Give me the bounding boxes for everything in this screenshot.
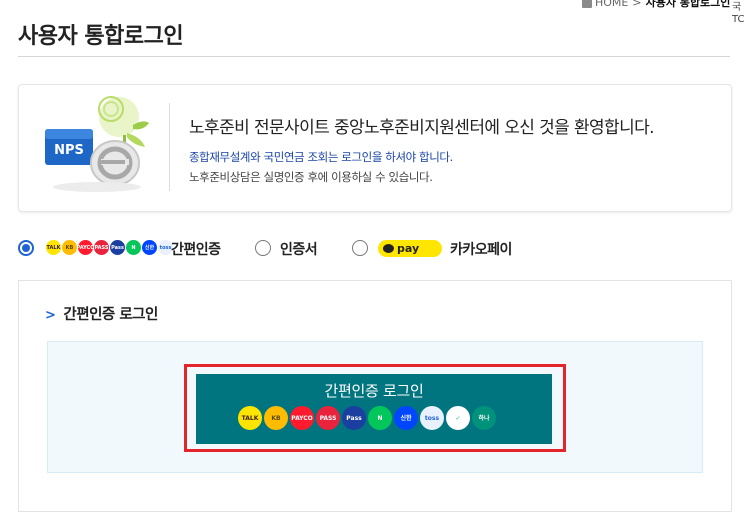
kakaopay-pay-text: pay xyxy=(397,242,420,255)
home-icon[interactable] xyxy=(582,0,592,8)
title-divider xyxy=(18,56,730,57)
side-fragment: 국 TC xyxy=(732,2,744,26)
samsung-pass-icon: Pass xyxy=(342,406,366,430)
certificate-label[interactable]: 인증서 xyxy=(280,239,318,259)
welcome-box: NPS 노후준비 전문사이트 중앙노후준비지원센터에 오신 것을 환영합니다. … xyxy=(18,84,732,212)
nps-logo-icon: NPS xyxy=(45,96,149,192)
side-fragment-line2: TC xyxy=(732,14,744,25)
hana-icon: 하나 xyxy=(472,406,496,430)
welcome-heading: 노후준비 전문사이트 중앙노후준비지원센터에 오신 것을 환영합니다. xyxy=(189,118,655,138)
breadcrumb-current: 사용자 통합로그인 xyxy=(645,0,731,9)
easy-auth-provider-icons: TALK KB PAYCO PASS Pass N 신한 toss xyxy=(46,240,173,256)
chevron-right-icon: > xyxy=(45,308,56,323)
easy-login-button-label: 간편인증 로그인 xyxy=(324,382,424,400)
kakaopay-logo-icon[interactable]: pay xyxy=(378,240,442,257)
pass-icon: PASS xyxy=(94,240,109,255)
easy-auth-label[interactable]: 간편인증 xyxy=(171,239,221,259)
welcome-subtext-verification: 노후준비상담은 실명인증 후에 이용하실 수 있습니다. xyxy=(189,170,433,184)
side-fragment-line1: 국 xyxy=(732,2,742,13)
pass-icon: PASS xyxy=(316,406,340,430)
breadcrumb-separator: > xyxy=(632,0,642,9)
easy-login-panel: > 간편인증 로그인 간편인증 로그인 TALK KB PAYCO PASS Pass N 신… xyxy=(18,280,732,512)
banksalad-icon: ✓ xyxy=(446,406,470,430)
kb-icon: KB xyxy=(62,240,77,255)
breadcrumb-home[interactable]: HOME xyxy=(595,0,628,9)
payco-icon: PAYCO xyxy=(77,240,94,255)
easy-login-inner-box: 간편인증 로그인 TALK KB PAYCO PASS Pass N 신한 toss ✓ 하나 xyxy=(47,341,703,473)
kakao-bubble-icon xyxy=(383,244,394,253)
shinhan-icon: 신한 xyxy=(142,240,157,255)
radio-certificate[interactable] xyxy=(255,240,271,256)
shinhan-icon: 신한 xyxy=(394,406,418,430)
welcome-divider xyxy=(169,103,170,191)
welcome-subtext-login: 종합재무설계와 국민연금 조회는 로그인을 하셔야 합니다. xyxy=(189,150,453,164)
kakao-talk-icon: TALK xyxy=(238,406,262,430)
easy-login-provider-icons: TALK KB PAYCO PASS Pass N 신한 toss ✓ 하나 xyxy=(238,406,496,430)
breadcrumb: HOME > 사용자 통합로그인 xyxy=(582,0,730,10)
kakaopay-label[interactable]: 카카오페이 xyxy=(450,239,512,259)
samsung-pass-icon: Pass xyxy=(110,240,125,255)
easy-login-section-title: > 간편인증 로그인 xyxy=(45,303,158,324)
kb-icon: KB xyxy=(264,406,288,430)
naver-icon: N xyxy=(368,406,392,430)
radio-kakaopay[interactable] xyxy=(352,240,368,256)
login-method-options: TALK KB PAYCO PASS Pass N 신한 toss 간편인증 인증서 pay … xyxy=(18,238,730,262)
easy-login-button[interactable]: 간편인증 로그인 TALK KB PAYCO PASS Pass N 신한 toss ✓ 하나 xyxy=(196,374,552,444)
nps-logo-text: NPS xyxy=(54,143,84,158)
naver-icon: N xyxy=(126,240,141,255)
page-title: 사용자 통합로그인 xyxy=(18,24,184,49)
kakao-talk-icon: TALK xyxy=(46,240,61,255)
radio-easy-auth[interactable] xyxy=(18,240,34,256)
payco-icon: PAYCO xyxy=(290,406,314,430)
easy-login-section-label: 간편인증 로그인 xyxy=(63,307,158,323)
toss-icon: toss xyxy=(420,406,444,430)
